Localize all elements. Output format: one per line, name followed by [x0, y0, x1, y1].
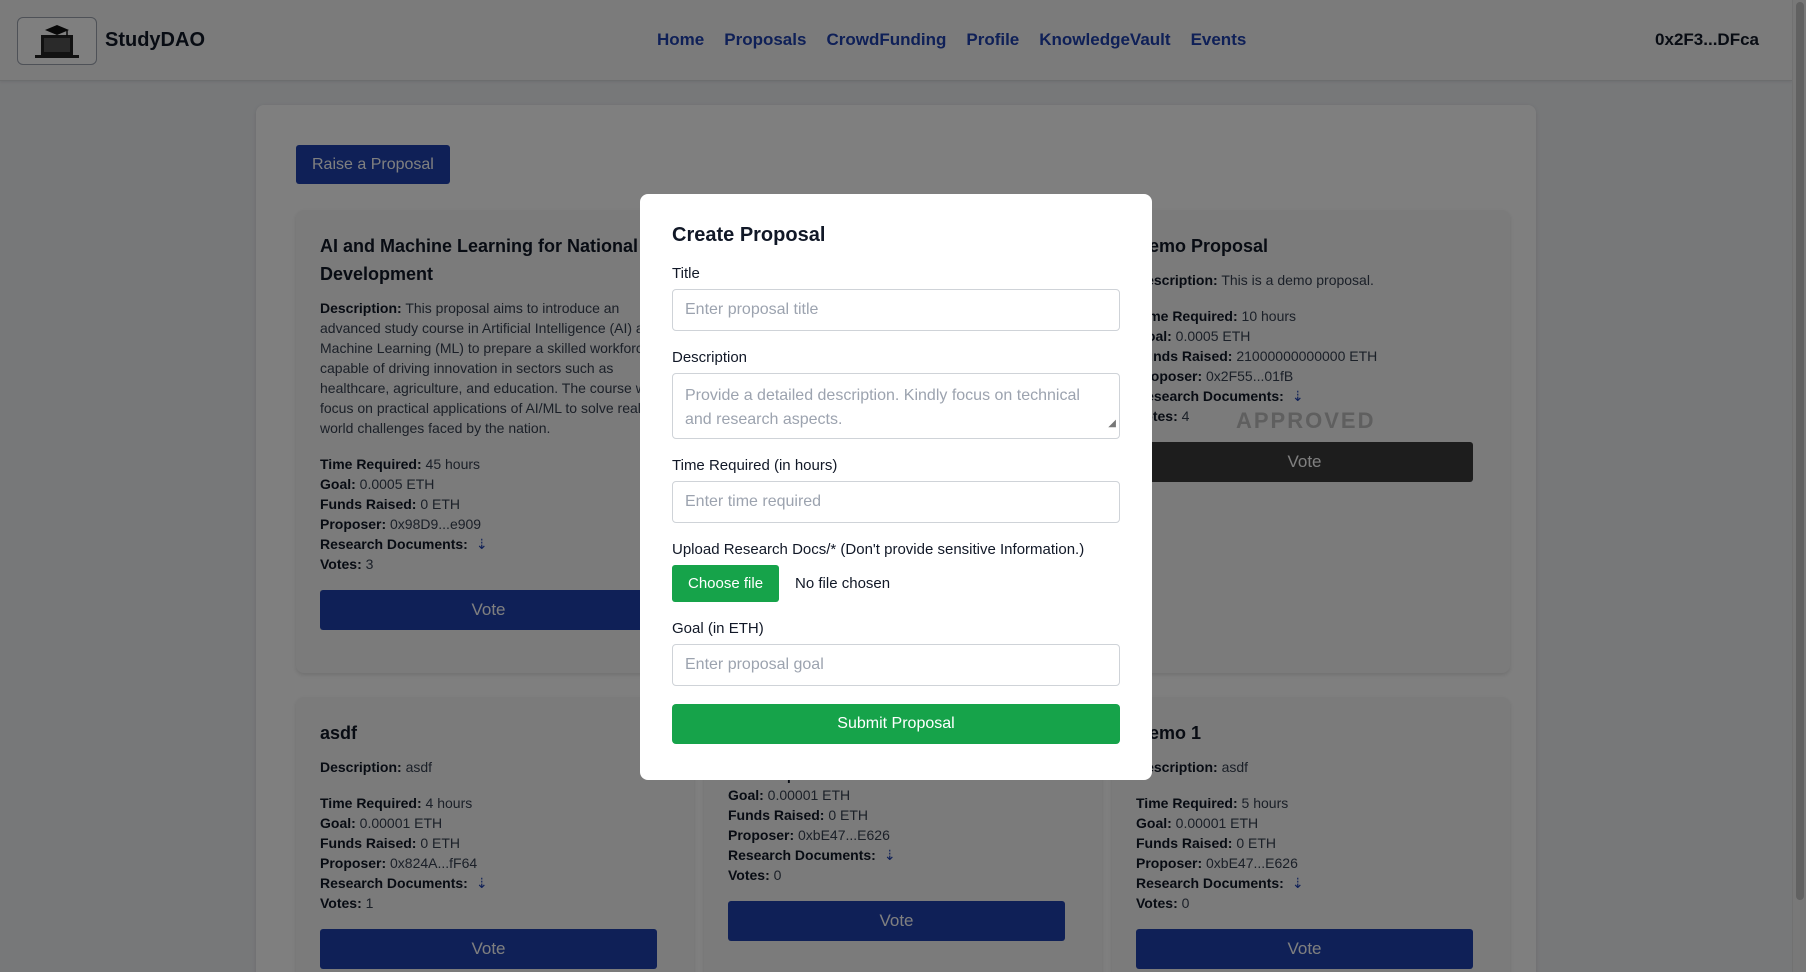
time-label: Time Required (in hours)	[672, 457, 838, 474]
description-textarea[interactable]: Provide a detailed description. Kindly f…	[672, 373, 1120, 439]
create-proposal-modal: Create Proposal Title Enter proposal tit…	[640, 194, 1152, 780]
time-input[interactable]: Enter time required	[672, 481, 1120, 523]
file-upload: Choose file No file chosen	[672, 565, 1120, 602]
resize-handle-icon[interactable]: ◢	[1108, 412, 1116, 436]
goal-label: Goal (in ETH)	[672, 620, 764, 637]
upload-label: Upload Research Docs/* (Don't provide se…	[672, 541, 1085, 558]
submit-proposal-button[interactable]: Submit Proposal	[672, 704, 1120, 744]
modal-title: Create Proposal	[672, 224, 826, 246]
goal-input[interactable]: Enter proposal goal	[672, 644, 1120, 686]
choose-file-button[interactable]: Choose file	[672, 565, 780, 602]
file-status: No file chosen	[795, 575, 891, 592]
description-label: Description	[672, 349, 748, 366]
title-label: Title	[672, 265, 700, 282]
title-input[interactable]: Enter proposal title	[672, 289, 1120, 331]
